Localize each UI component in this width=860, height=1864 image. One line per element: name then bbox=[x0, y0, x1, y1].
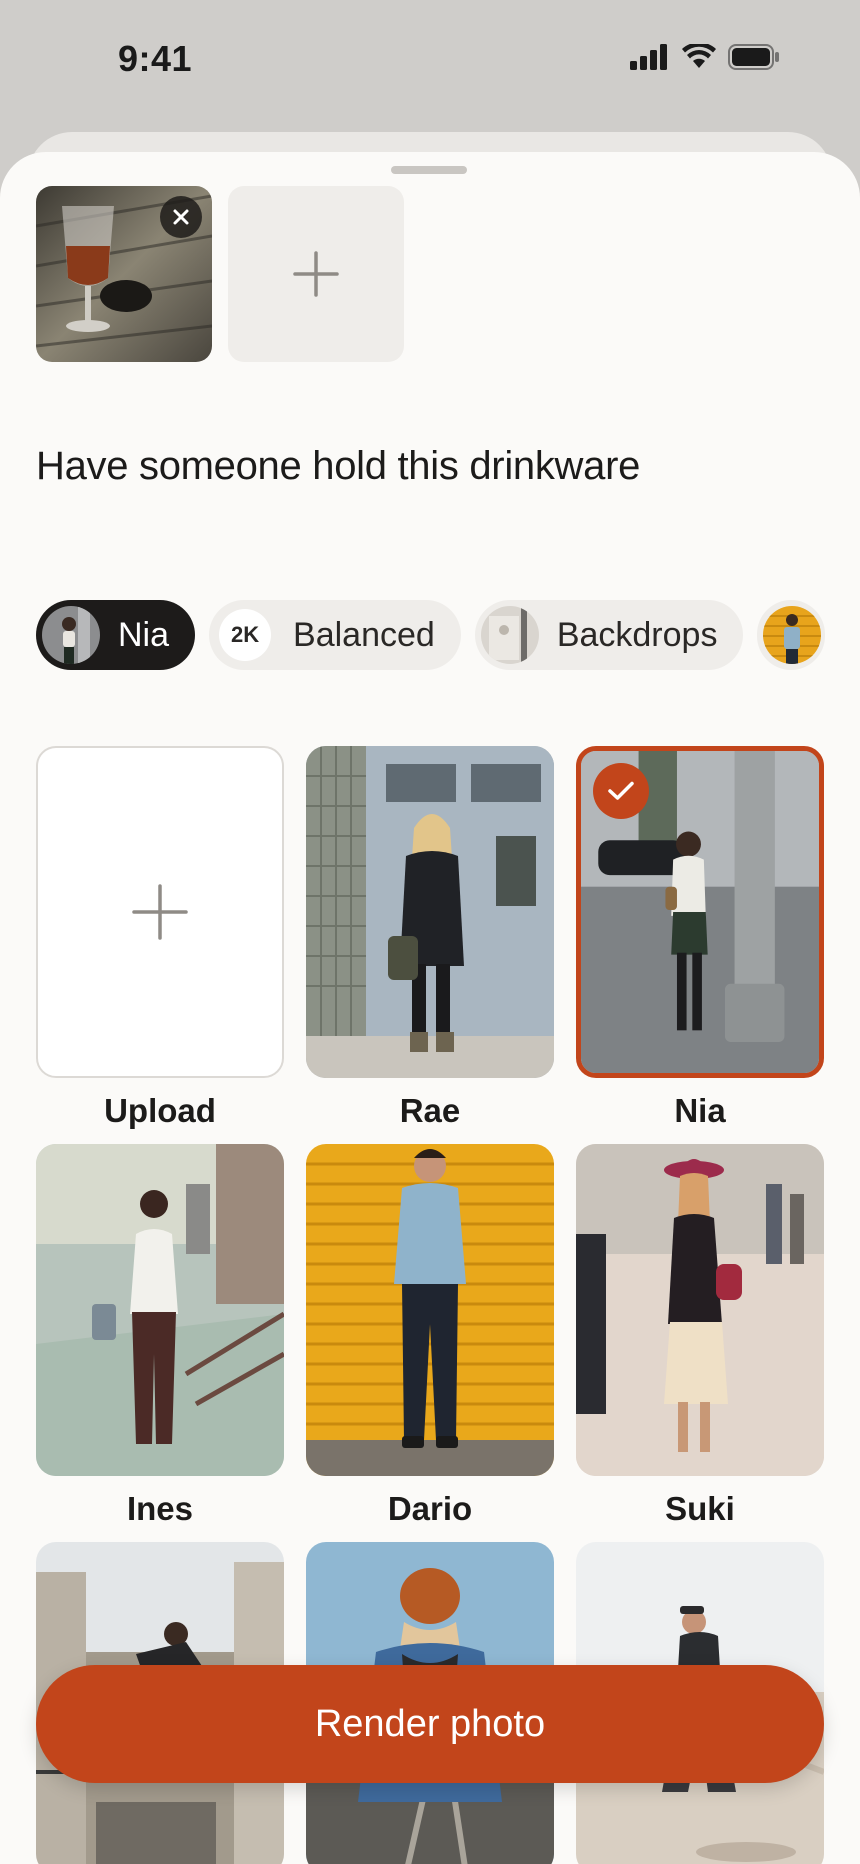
plus-icon bbox=[132, 884, 188, 940]
attached-image-thumbnail[interactable] bbox=[36, 186, 212, 362]
model-name: Nia bbox=[674, 1092, 726, 1129]
plus-icon bbox=[293, 251, 339, 297]
status-icons bbox=[630, 44, 780, 70]
chip-model[interactable]: Nia bbox=[36, 600, 196, 670]
remove-attachment-button[interactable] bbox=[160, 196, 202, 238]
wifi-icon bbox=[682, 44, 716, 68]
prompt-input[interactable]: Have someone hold this drinkware bbox=[36, 444, 640, 489]
model-photo bbox=[576, 1144, 824, 1476]
model-tile-rae[interactable]: Rae bbox=[306, 746, 554, 1144]
chip-backdrops[interactable]: Backdrops bbox=[474, 600, 744, 670]
model-photo bbox=[36, 1144, 284, 1476]
render-photo-button[interactable]: Render photo bbox=[36, 1665, 824, 1783]
model-tile-dario[interactable]: Dario bbox=[306, 1144, 554, 1542]
model-tile-upload[interactable]: Upload bbox=[36, 746, 284, 1144]
avatar bbox=[42, 606, 100, 664]
options-chip-row: Nia 2K Balanced Backdrops bbox=[36, 600, 826, 670]
status-time: 9:41 bbox=[118, 38, 193, 79]
chip-quality[interactable]: 2K Balanced bbox=[209, 600, 461, 670]
backdrop-thumbnail-icon bbox=[480, 606, 539, 664]
model-photo bbox=[306, 1144, 554, 1476]
model-tile-nia[interactable]: Nia bbox=[576, 746, 824, 1144]
model-name: Dario bbox=[387, 1490, 473, 1527]
cellular-signal-icon bbox=[630, 44, 667, 70]
chip-label: Nia bbox=[118, 615, 170, 654]
model-name: Upload bbox=[104, 1092, 216, 1129]
status-bar: 9:41 bbox=[0, 0, 860, 120]
model-photo-selected bbox=[576, 746, 824, 1078]
chip-label: Backdrops bbox=[556, 615, 718, 654]
attachments-row bbox=[36, 186, 404, 362]
model-tile-ines[interactable]: Ines bbox=[36, 1144, 284, 1542]
sheet-grabber[interactable] bbox=[391, 166, 467, 174]
bottom-sheet: Have someone hold this drinkware Nia 2K … bbox=[0, 152, 860, 1864]
style-thumbnail-icon bbox=[763, 606, 822, 664]
chip-style[interactable] bbox=[757, 600, 826, 670]
model-name: Ines bbox=[126, 1490, 194, 1527]
add-attachment-button[interactable] bbox=[228, 186, 404, 362]
model-photo bbox=[306, 746, 554, 1078]
model-name: Suki bbox=[665, 1490, 735, 1527]
selected-check-badge bbox=[593, 763, 649, 819]
close-icon bbox=[173, 209, 189, 225]
model-tile-suki[interactable]: Suki bbox=[576, 1144, 824, 1542]
resolution-badge: 2K bbox=[219, 609, 272, 661]
upload-model-button[interactable] bbox=[36, 746, 284, 1078]
model-name: Rae bbox=[399, 1092, 461, 1129]
battery-icon bbox=[728, 44, 779, 70]
chip-label: Balanced bbox=[293, 615, 435, 654]
checkmark-icon bbox=[608, 781, 634, 800]
